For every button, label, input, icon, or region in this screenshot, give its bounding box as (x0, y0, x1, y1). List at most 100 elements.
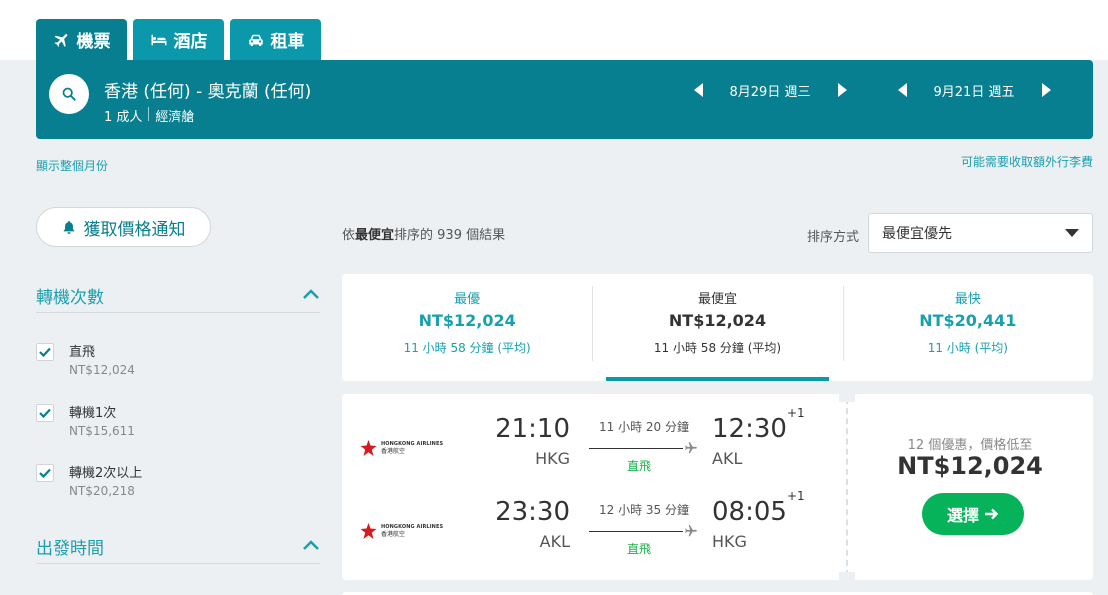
arrival-time: 12:30+1 (712, 406, 805, 444)
return-leg: HONGKONG AIRLINES 香港航空 23:30 AKL 12 小時 3… (342, 489, 842, 577)
airline-logo: HONGKONG AIRLINES 香港航空 (360, 523, 443, 539)
chevron-up-icon[interactable] (302, 539, 320, 551)
arrival-time: 08:05+1 (712, 489, 805, 527)
passenger-count: 1 成人 (104, 110, 143, 125)
option-label: 轉機1次 (69, 406, 117, 421)
airline-name-zh: 香港航空 (381, 447, 406, 455)
return-next-arrow[interactable] (1036, 78, 1056, 102)
sort-tab-fastest[interactable]: 最快 NT$20,441 11 小時 (平均) (842, 274, 1093, 381)
bed-icon (151, 34, 166, 45)
sort-tab-duration: 11 小時 58 分鐘 (平均) (653, 341, 782, 355)
sort-selected-value: 最便宜優先 (882, 226, 952, 242)
departure-airport: AKL (539, 532, 570, 551)
stops-label: 直飛 (626, 542, 651, 556)
price-alert-label: 獲取價格通知 (83, 219, 186, 240)
flight-duration: 11 小時 20 分鐘 (599, 420, 689, 434)
select-label: 選擇 (946, 506, 979, 525)
departure-airport: HKG (535, 449, 570, 468)
airline-name-en: HONGKONG AIRLINES (381, 523, 444, 530)
caret-right-icon (837, 83, 847, 97)
arrival-airport: AKL (712, 449, 743, 468)
airline-name-en: HONGKONG AIRLINES (381, 440, 444, 447)
sort-tab-heading: 最快 (954, 292, 981, 307)
day-offset: +1 (786, 489, 805, 504)
active-tab-underline (606, 377, 829, 381)
direct-checkbox[interactable] (36, 343, 54, 361)
arrival-time-value: 08:05 (712, 497, 787, 527)
show-month-link[interactable]: 顯示整個月份 (36, 157, 108, 174)
tab-hotels[interactable]: 酒店 (133, 19, 224, 60)
outbound-leg: HONGKONG AIRLINES 香港航空 21:10 HKG 11 小時 2… (342, 406, 842, 494)
sort-tab-duration: 11 小時 58 分鐘 (平均) (403, 341, 531, 355)
deals-count: 12 個優惠，價格低至 (907, 438, 1033, 453)
search-summary-bar[interactable]: 香港 (任何) - 奧克蘭 (任何) 1 成人 經濟艙 8月29日 週三 9月2… (36, 60, 1093, 139)
sort-tab-best[interactable]: 最優 NT$12,024 11 小時 58 分鐘 (平均) (342, 274, 592, 381)
car-icon (248, 34, 263, 46)
results-sort-name: 最便宜 (355, 228, 395, 243)
plane-icon (54, 33, 67, 47)
plane-icon (685, 525, 697, 537)
sort-tab-price: NT$12,024 (668, 311, 767, 330)
check-icon (39, 347, 51, 357)
search-icon (62, 87, 76, 101)
sort-dropdown[interactable]: 最便宜優先 (868, 213, 1093, 253)
card-notch-top (839, 394, 855, 402)
sort-tab-heading: 最便宜 (697, 292, 737, 307)
airline-logo: HONGKONG AIRLINES 香港航空 (360, 440, 443, 456)
separator (148, 107, 150, 121)
depart-next-arrow[interactable] (832, 78, 852, 102)
check-icon (39, 468, 51, 478)
results-suffix: 排序的 939 個結果 (394, 228, 506, 243)
sort-tab-heading: 最優 (454, 292, 481, 307)
caret-left-icon (897, 83, 907, 97)
option-label: 直飛 (69, 345, 96, 360)
departure-time: 21:10 (495, 414, 570, 444)
search-button[interactable] (49, 74, 89, 114)
results-count: 依最便宜排序的 939 個結果 (342, 224, 505, 243)
sort-tab-duration: 11 小時 (平均) (927, 341, 1008, 355)
return-date-picker: 9月21日 週五 (892, 78, 1056, 102)
stops-filter-header[interactable]: 轉機次數 (36, 283, 320, 313)
price-alert-button[interactable]: 獲取價格通知 (36, 207, 211, 247)
select-button[interactable]: 選擇 (922, 493, 1024, 535)
two-plus-stops-checkbox[interactable] (36, 464, 54, 482)
airline-bird-logo-icon (360, 440, 377, 456)
depart-date[interactable]: 8月29日 週三 (708, 81, 832, 100)
plane-icon (685, 442, 697, 454)
one-stop-checkbox[interactable] (36, 404, 54, 422)
option-label: 轉機2次以上 (69, 466, 143, 481)
departure-time: 23:30 (495, 497, 570, 527)
chevron-up-icon[interactable] (302, 288, 320, 300)
return-prev-arrow[interactable] (892, 78, 912, 102)
stops-label: 直飛 (626, 459, 651, 473)
sort-tab-cheapest[interactable]: 最便宜 NT$12,024 11 小時 58 分鐘 (平均) (592, 274, 842, 381)
depart-prev-arrow[interactable] (688, 78, 708, 102)
baggage-fees-link[interactable]: 可能需要收取額外行李費 (961, 153, 1093, 170)
card-divider (846, 398, 848, 576)
return-date[interactable]: 9月21日 週五 (912, 81, 1036, 100)
bell-icon (63, 220, 74, 234)
tab-label: 機票 (76, 32, 111, 52)
results-prefix: 依 (342, 228, 356, 243)
tab-flights[interactable]: 機票 (36, 19, 127, 60)
option-price: NT$20,218 (69, 484, 135, 498)
product-tabs: 機票 酒店 租車 (36, 19, 321, 60)
flight-duration: 12 小時 35 分鐘 (599, 503, 689, 517)
route-text: 香港 (任何) - 奧克蘭 (任何) (104, 82, 312, 102)
lowest-price: NT$12,024 (897, 452, 1043, 480)
tab-cars[interactable]: 租車 (230, 19, 321, 60)
flight-result-card[interactable]: HONGKONG AIRLINES 香港航空 21:10 HKG 11 小時 2… (342, 394, 1093, 580)
caret-right-icon (1041, 83, 1051, 97)
arrow-right-icon (985, 508, 999, 520)
airline-bird-logo-icon (360, 523, 377, 539)
airline-name-zh: 香港航空 (381, 530, 406, 538)
depart-date-picker: 8月29日 週三 (688, 78, 852, 102)
departure-time-filter-header[interactable]: 出發時間 (36, 534, 320, 564)
sort-tab-price: NT$20,441 (919, 311, 1017, 330)
arrival-time-value: 12:30 (712, 414, 787, 444)
passenger-cabin: 1 成人 經濟艙 (104, 106, 194, 125)
caret-left-icon (693, 83, 703, 97)
tab-label: 酒店 (173, 32, 208, 52)
check-icon (39, 408, 51, 418)
sort-tab-price: NT$12,024 (418, 311, 516, 330)
